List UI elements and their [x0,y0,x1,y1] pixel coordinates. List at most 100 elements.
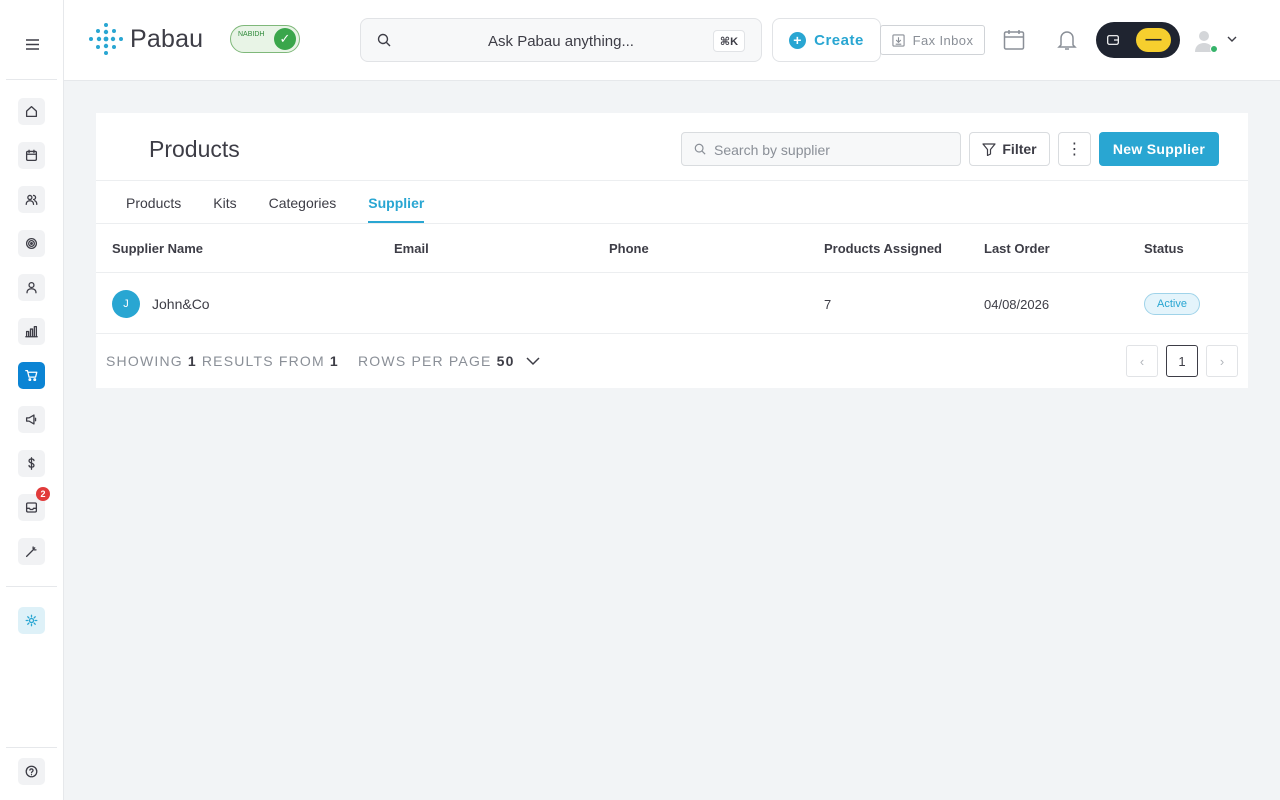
sidebar-item-staff[interactable] [18,274,45,301]
magic-wand-icon [25,546,37,558]
products-card: Products Filter ⋮ New Supplier Products … [96,113,1248,388]
nabidh-badge: NABIDH ✓ [230,25,300,53]
divider [96,180,1248,181]
tab-supplier[interactable]: Supplier [368,193,425,223]
pabau-logo[interactable]: Pabau [88,22,203,56]
column-header-phone[interactable]: Phone [609,241,649,256]
supplier-search-input[interactable] [714,140,954,160]
sun-icon [25,614,38,627]
create-button[interactable]: + Create [772,18,881,62]
page-title: Products [149,136,240,162]
fax-inbox-label: Fax Inbox [912,32,974,48]
rows-per-page-value: 50 [496,353,515,369]
tab-products[interactable]: Products [126,193,181,223]
filter-button[interactable]: Filter [969,132,1050,166]
sidebar-item-help[interactable] [18,758,45,785]
sidebar-item-leads[interactable] [18,230,45,257]
tab-kits[interactable]: Kits [213,193,236,223]
check-icon: ✓ [274,28,296,50]
search-icon [694,143,706,155]
column-header-last-order[interactable]: Last Order [984,241,1050,256]
target-icon [25,237,38,250]
status-badge: Active [1144,293,1200,315]
brand-name: Pabau [130,24,204,53]
cart-icon [25,369,38,382]
user-avatar[interactable] [1194,29,1218,53]
results-from-label: RESULTS FROM [201,353,325,369]
divider [96,223,1248,224]
more-icon: ⋮ [1066,141,1083,158]
global-search[interactable]: Ask Pabau anything... ⌘K [360,18,762,62]
sidebar-item-financials[interactable] [18,450,45,477]
global-search-placeholder: Ask Pabau anything... [488,33,634,50]
sidebar-item-reports[interactable] [18,318,45,345]
pabau-logo-icon [89,23,123,55]
calendar-button[interactable] [1000,26,1028,54]
sidebar-item-setup[interactable] [18,538,45,565]
page-number-button[interactable]: 1 [1166,345,1198,377]
supplier-name[interactable]: John&Co [152,296,210,312]
search-shortcut: ⌘K [713,30,745,52]
new-supplier-button[interactable]: New Supplier [1099,132,1219,166]
rows-per-page[interactable]: ROWS PER PAGE 50 [358,353,540,369]
chevron-down-icon[interactable] [1226,33,1238,45]
minus-icon: — [1136,28,1171,52]
supplier-avatar: J [112,290,140,318]
sidebar-divider [6,747,57,748]
tab-categories[interactable]: Categories [269,193,337,223]
inbox-icon [25,502,38,513]
sidebar-item-contacts[interactable] [18,186,45,213]
top-header: Pabau NABIDH ✓ Ask Pabau anything... ⌘K … [64,0,1280,81]
inbox-badge: 2 [36,487,50,501]
divider [96,333,1248,334]
supplier-search[interactable] [681,132,961,166]
more-options-button[interactable]: ⋮ [1058,132,1091,166]
dollar-icon [28,457,35,470]
column-header-products-assigned[interactable]: Products Assigned [824,241,942,256]
last-order-date: 04/08/2026 [984,297,1050,312]
sidebar: 2 [0,0,64,800]
home-icon [25,105,38,118]
contacts-icon [25,194,38,206]
bell-icon [1057,31,1077,50]
sidebar-item-marketing[interactable] [18,406,45,433]
sidebar-item-products[interactable] [18,362,45,389]
sidebar-item-inbox[interactable]: 2 [18,487,50,521]
notifications-button[interactable] [1053,26,1081,54]
sidebar-divider [6,586,57,587]
reports-icon [25,325,38,338]
filter-label: Filter [1002,141,1037,157]
products-tabs: Products Kits Categories Supplier [126,193,425,223]
fax-inbox-button[interactable]: Fax Inbox [880,25,985,55]
calendar-icon [1003,30,1025,50]
create-label: Create [814,31,864,49]
next-page-button[interactable]: › [1206,345,1238,377]
results-total: 1 [329,353,339,369]
column-header-status[interactable]: Status [1144,241,1184,256]
column-header-supplier-name[interactable]: Supplier Name [112,241,203,256]
rows-per-page-label: ROWS PER PAGE [358,353,492,369]
plus-icon: + [789,31,807,49]
sidebar-item-home[interactable] [18,98,45,125]
calendar-icon [25,149,38,162]
filter-icon [982,142,996,156]
hamburger-menu-icon[interactable] [16,28,48,60]
products-assigned-count: 7 [824,297,832,312]
theme-toggle[interactable]: — [1096,22,1180,58]
help-icon [25,765,38,778]
sidebar-item-calendar[interactable] [18,142,45,169]
chevron-down-icon[interactable] [526,356,540,366]
wallet-icon [1105,32,1121,48]
sidebar-divider [6,79,57,80]
column-header-email[interactable]: Email [394,241,429,256]
download-icon [892,33,905,47]
prev-page-button[interactable]: ‹ [1126,345,1158,377]
nabidh-label: NABIDH [238,31,265,38]
showing-label: SHOWING [106,353,183,369]
user-icon [26,281,37,294]
sidebar-item-settings[interactable] [18,607,45,634]
results-summary: SHOWING 1 RESULTS FROM 1 [106,353,339,369]
online-status-dot [1210,45,1218,53]
divider [96,272,1248,273]
megaphone-icon [25,414,37,425]
